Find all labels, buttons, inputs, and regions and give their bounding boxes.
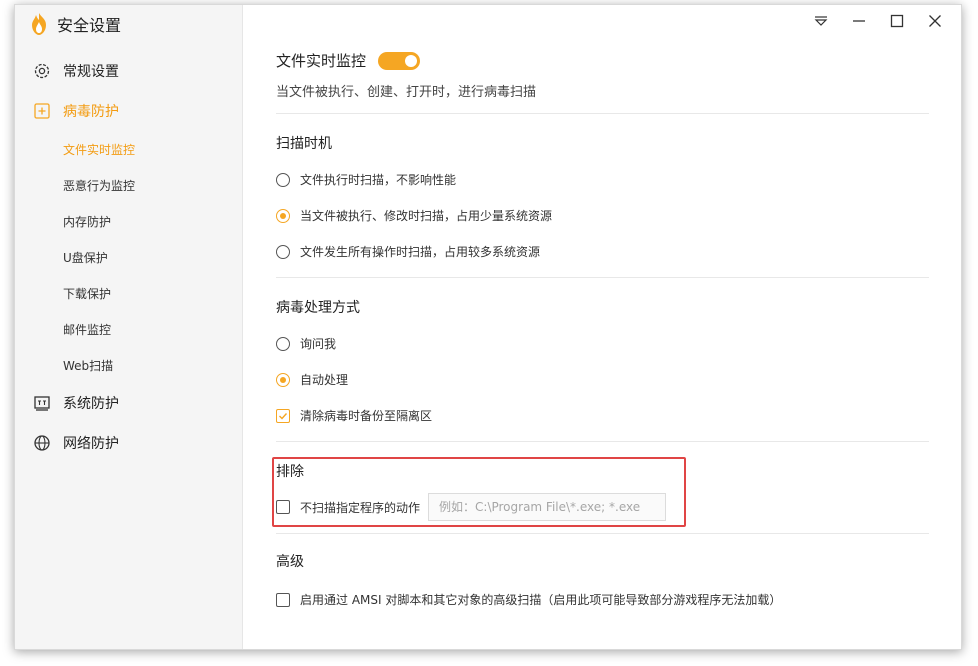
- check-icon: [279, 412, 288, 420]
- handling-option[interactable]: 询问我: [276, 335, 336, 352]
- radio-button[interactable]: [276, 336, 290, 351]
- main-content: 文件实时监控 当文件被执行、创建、打开时，进行病毒扫描 扫描时机 文件执行时扫描…: [243, 5, 961, 649]
- scan-timing-header: 扫描时机: [276, 133, 332, 153]
- option-label: 不扫描指定程序的动作: [300, 500, 421, 515]
- radio-dot: [280, 376, 286, 383]
- subitem-file-realtime[interactable]: 文件实时监控: [63, 139, 135, 159]
- realtime-header: 文件实时监控: [276, 50, 421, 71]
- handling-title: 病毒处理方式: [276, 300, 360, 316]
- radio-button-checked[interactable]: [276, 372, 290, 387]
- subitem-memory[interactable]: 内存防护: [63, 211, 111, 231]
- realtime-toggle[interactable]: [378, 51, 421, 70]
- option-label: 当文件被执行、修改时扫描，占用少量系统资源: [300, 209, 553, 223]
- divider: [276, 277, 929, 278]
- radio-button[interactable]: [276, 172, 290, 187]
- divider: [276, 441, 929, 442]
- option-label: 询问我: [300, 337, 337, 351]
- subitem-usb[interactable]: U盘保护: [63, 247, 108, 267]
- exclude-row: 不扫描指定程序的动作: [276, 493, 667, 521]
- sidebar-item-label: 网络防护: [63, 436, 119, 452]
- advanced-title: 高级: [276, 554, 304, 570]
- subitem-mail[interactable]: 邮件监控: [63, 319, 111, 339]
- globe-icon: [33, 434, 51, 452]
- radio-button[interactable]: [276, 244, 290, 259]
- flame-shield-logo-icon: [32, 13, 46, 35]
- amsi-checkbox[interactable]: [276, 592, 290, 607]
- system-icon: [33, 394, 51, 412]
- realtime-desc: 当文件被执行、创建、打开时，进行病毒扫描: [276, 85, 537, 100]
- radio-dot: [280, 212, 286, 219]
- sidebar: 安全设置 常规设置 病毒防护 文件实时监控 恶意行为监控 内存防护 U盘保护 下…: [15, 5, 243, 649]
- scan-timing-option[interactable]: 当文件被执行、修改时扫描，占用少量系统资源: [276, 207, 552, 224]
- option-label: 自动处理: [300, 373, 349, 387]
- option-label: 启用通过 AMSI 对脚本和其它对象的高级扫描（启用此项可能导致部分游戏程序无法…: [300, 593, 782, 607]
- realtime-title: 文件实时监控: [276, 52, 367, 70]
- sidebar-item-system-protection[interactable]: 系统防护: [33, 391, 119, 415]
- exclude-path-input[interactable]: [428, 493, 667, 521]
- sidebar-item-network-protection[interactable]: 网络防护: [33, 431, 119, 455]
- backup-option[interactable]: 清除病毒时备份至隔离区: [276, 407, 432, 424]
- advanced-option[interactable]: 启用通过 AMSI 对脚本和其它对象的高级扫描（启用此项可能导致部分游戏程序无法…: [276, 591, 781, 608]
- option-label: 文件执行时扫描，不影响性能: [300, 173, 457, 187]
- subitem-web-scan[interactable]: Web扫描: [63, 355, 113, 375]
- exclude-checkbox[interactable]: [276, 500, 290, 514]
- sidebar-item-label: 常规设置: [63, 64, 119, 80]
- plus-square-icon: [33, 102, 51, 120]
- option-label: 文件发生所有操作时扫描，占用较多系统资源: [300, 245, 541, 259]
- checkbox-checked[interactable]: [276, 408, 290, 423]
- exclude-title: 排除: [276, 464, 304, 480]
- subitem-malicious-behavior[interactable]: 恶意行为监控: [63, 175, 135, 195]
- scan-timing-option[interactable]: 文件发生所有操作时扫描，占用较多系统资源: [276, 243, 540, 260]
- gear-icon: [33, 62, 51, 80]
- sidebar-item-label: 系统防护: [63, 396, 119, 412]
- sidebar-item-virus-protection[interactable]: 病毒防护: [33, 99, 119, 123]
- scan-timing-option[interactable]: 文件执行时扫描，不影响性能: [276, 171, 456, 188]
- radio-button-checked[interactable]: [276, 208, 290, 223]
- divider: [276, 113, 929, 114]
- exclude-header: 排除: [276, 461, 304, 481]
- sidebar-item-label: 病毒防护: [63, 104, 119, 120]
- realtime-desc-row: 当文件被执行、创建、打开时，进行病毒扫描: [276, 81, 536, 100]
- divider: [276, 533, 929, 534]
- option-label: 清除病毒时备份至隔离区: [300, 409, 433, 423]
- sidebar-item-general[interactable]: 常规设置: [33, 59, 119, 83]
- subitem-download[interactable]: 下载保护: [63, 283, 111, 303]
- scan-timing-title: 扫描时机: [276, 136, 332, 152]
- handling-option[interactable]: 自动处理: [276, 371, 348, 388]
- advanced-header: 高级: [276, 551, 304, 571]
- handling-header: 病毒处理方式: [276, 297, 360, 317]
- toggle-knob: [405, 54, 418, 67]
- settings-window: 安全设置 常规设置 病毒防护 文件实时监控 恶意行为监控 内存防护 U盘保护 下…: [14, 4, 962, 650]
- app-title: 安全设置: [57, 16, 122, 35]
- app-header: 安全设置: [29, 11, 121, 37]
